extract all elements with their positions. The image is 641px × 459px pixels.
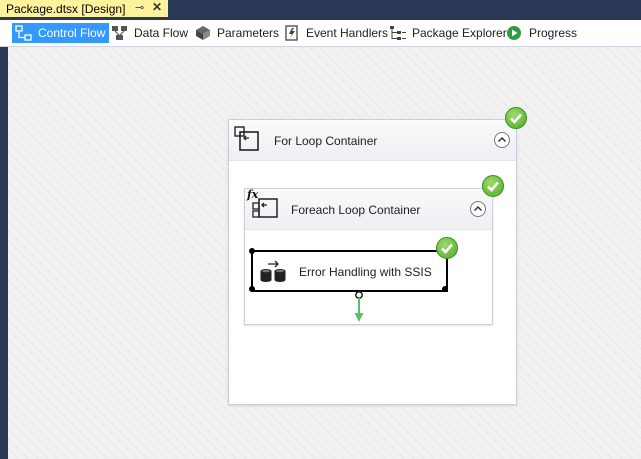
task-title: Error Handling with SSIS: [299, 265, 432, 279]
for-loop-container[interactable]: For Loop Container fx Foreach Loop Conta…: [228, 119, 517, 405]
resize-handle[interactable]: [249, 286, 255, 292]
execute-sql-task-icon: [259, 258, 289, 284]
tab-label: Package Explorer: [412, 26, 507, 40]
data-flow-icon: [111, 25, 129, 41]
foreach-loop-title: Foreach Loop Container: [291, 203, 421, 217]
tab-label: Progress: [529, 26, 578, 40]
success-check-icon: [505, 107, 527, 129]
progress-icon: [506, 25, 524, 41]
document-tab-title: Package.dtsx [Design]: [6, 1, 126, 16]
tab-label: Event Handlers: [306, 26, 389, 40]
tab-progress[interactable]: Progress: [503, 23, 581, 43]
for-loop-title: For Loop Container: [274, 134, 378, 148]
control-flow-canvas[interactable]: For Loop Container fx Foreach Loop Conta…: [8, 47, 641, 459]
tab-event-handlers[interactable]: Event Handlers: [280, 23, 392, 43]
execute-sql-task[interactable]: Error Handling with SSIS: [249, 248, 448, 292]
event-handlers-icon: [283, 25, 301, 41]
tab-label: Data Flow: [134, 26, 189, 40]
fx-label: fx: [247, 188, 259, 201]
parameters-icon: [194, 25, 212, 41]
collapse-chevron-icon[interactable]: [470, 201, 486, 217]
tab-package-explorer[interactable]: Package Explorer: [386, 23, 511, 43]
success-check-icon: [436, 237, 458, 259]
tab-label: Control Flow: [38, 26, 106, 40]
package-explorer-icon: [389, 25, 407, 41]
pin-icon[interactable]: ⊸: [135, 1, 144, 14]
control-flow-icon: [15, 25, 33, 41]
tab-parameters[interactable]: Parameters: [191, 23, 283, 43]
document-tab[interactable]: Package.dtsx [Design] ⊸ ✕: [0, 0, 168, 17]
resize-handle[interactable]: [249, 248, 255, 254]
precedence-constraint-arrow[interactable]: [352, 291, 366, 323]
success-check-icon: [482, 175, 504, 197]
tab-data-flow[interactable]: Data Flow: [108, 23, 192, 43]
close-icon[interactable]: ✕: [152, 0, 162, 14]
for-loop-header[interactable]: For Loop Container: [229, 120, 516, 161]
document-tab-strip: Package.dtsx [Design] ⊸ ✕: [0, 0, 641, 17]
tab-control-flow[interactable]: Control Flow: [12, 23, 110, 43]
designer-tabs-toolbar: Control Flow Data Flow Parameters Event …: [0, 20, 641, 47]
for-loop-icon: [234, 126, 260, 152]
tab-label: Parameters: [217, 26, 280, 40]
collapse-chevron-icon[interactable]: [494, 132, 510, 148]
canvas-frame: For Loop Container fx Foreach Loop Conta…: [0, 47, 641, 459]
foreach-loop-header[interactable]: fx Foreach Loop Container: [245, 188, 492, 230]
resize-handle[interactable]: [442, 286, 448, 292]
